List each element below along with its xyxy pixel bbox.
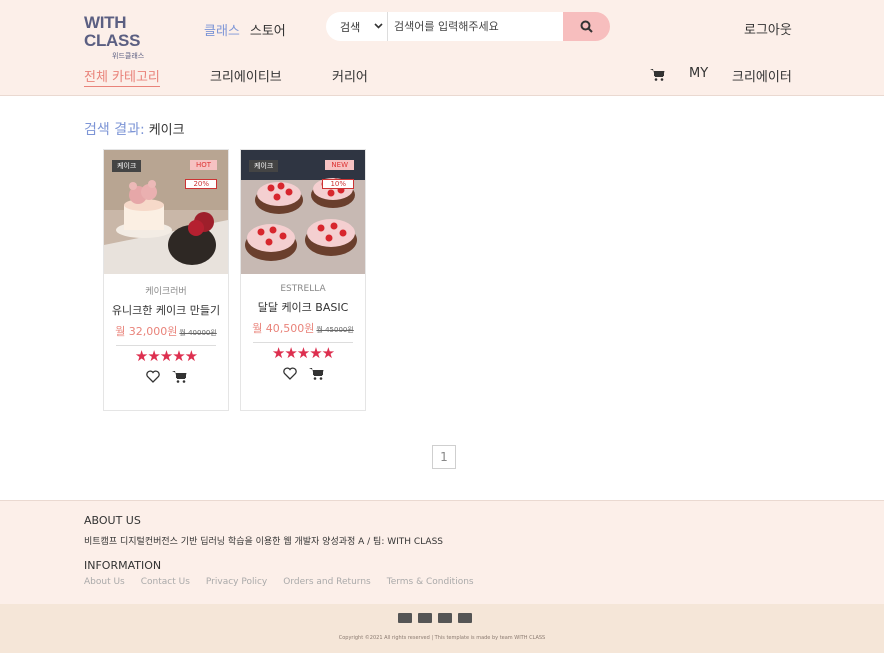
seller-name: ESTRELLA: [280, 284, 326, 294]
nav-all-categories[interactable]: 전체 카테고리: [84, 66, 160, 87]
nav-creator[interactable]: 크리에이터: [732, 66, 792, 85]
price-current: 월 40,500원: [252, 322, 315, 335]
result-keyword: 케이크: [148, 123, 185, 138]
category-tag: 케이크: [249, 160, 279, 172]
copyright-bar: Copyright ©2021 All rights reserved | Th…: [0, 604, 884, 653]
payment-icons: [398, 613, 472, 623]
heart-icon[interactable]: [282, 365, 297, 384]
search-input[interactable]: [388, 12, 563, 41]
divider: [253, 342, 353, 343]
new-badge: NEW: [325, 160, 354, 170]
footer-link-terms[interactable]: Terms & Conditions: [387, 577, 474, 587]
card-actions: [104, 368, 228, 387]
product-name[interactable]: 달달 케이크 BASIC: [241, 299, 365, 315]
discount-badge: 20%: [185, 179, 217, 189]
product-card[interactable]: 케이크 HOT 20% 케이크러버 유니크한 케이크 만들기 월 32,000원…: [103, 149, 229, 411]
search-type-value: 검색: [340, 20, 361, 34]
product-image[interactable]: 케이크 NEW 10%: [241, 150, 365, 274]
search-result-title: 검색 결과: 케이크: [84, 119, 185, 139]
category-tag: 케이크: [112, 160, 142, 172]
discount-badge: 10%: [322, 179, 354, 189]
about-title: ABOUT US: [84, 514, 141, 527]
footer-link-orders[interactable]: Orders and Returns: [283, 577, 370, 587]
site-footer: ABOUT US 비트캠프 디지털컨버전스 기반 딥러닝 학습을 이용한 웹 개…: [0, 500, 884, 604]
product-price: 월 40,500원 월 45000원: [241, 320, 365, 336]
nav-store-link[interactable]: 스토어: [250, 20, 286, 39]
product-price: 월 32,000원 월 40000원: [104, 323, 228, 339]
nav-my[interactable]: MY: [689, 66, 708, 81]
search-icon: [580, 20, 593, 33]
nav-class-link[interactable]: 클래스: [204, 20, 240, 39]
nav-career[interactable]: 커리어: [332, 66, 368, 85]
divider: [116, 345, 216, 346]
card-actions: [241, 365, 365, 384]
logo[interactable]: WITH CLASS 위드클래스: [84, 14, 180, 61]
result-label: 검색 결과:: [84, 122, 145, 138]
mastercard-icon: [458, 613, 472, 623]
price-current: 월 32,000원: [115, 325, 178, 338]
logout-link[interactable]: 로그아웃: [744, 19, 792, 38]
price-original: 월 40000원: [179, 329, 217, 337]
rating-stars: ★★★★★: [271, 344, 335, 362]
cart-icon[interactable]: [171, 368, 187, 387]
about-description: 비트캠프 디지털컨버전스 기반 딥러닝 학습을 이용한 웹 개발자 양성과정 A…: [84, 537, 443, 547]
seller-name: 케이크러버: [145, 287, 187, 297]
product-card[interactable]: 케이크 NEW 10% ESTRELLA 달달 케이크 BASIC 월 40,5…: [240, 149, 366, 411]
page-button-1[interactable]: 1: [432, 445, 456, 469]
site-header: WITH CLASS 위드클래스 클래스 스토어 검색 로그아웃 전체 카테고리…: [0, 0, 884, 96]
price-original: 월 45000원: [316, 326, 354, 334]
heart-icon[interactable]: [145, 368, 160, 387]
paypal-icon: [438, 613, 452, 623]
logo-subtext: 위드클래스: [112, 52, 145, 60]
search-button[interactable]: [563, 12, 610, 41]
visa-icon: [398, 613, 412, 623]
footer-link-about[interactable]: About Us: [84, 577, 125, 587]
search-bar: 검색: [326, 12, 610, 41]
footer-link-contact[interactable]: Contact Us: [141, 577, 190, 587]
cart-icon[interactable]: [650, 66, 665, 85]
logo-text: WITH CLASS: [84, 13, 141, 50]
card-icon: [418, 613, 432, 623]
information-title: INFORMATION: [84, 559, 162, 572]
product-image[interactable]: 케이크 HOT 20%: [104, 150, 228, 274]
cart-icon[interactable]: [308, 365, 324, 384]
footer-links: About Us Contact Us Privacy Policy Order…: [84, 577, 474, 587]
footer-link-privacy[interactable]: Privacy Policy: [206, 577, 267, 587]
top-nav: 클래스 스토어: [204, 20, 286, 39]
copyright-text: Copyright ©2021 All rights reserved | Th…: [338, 635, 546, 641]
search-type-select[interactable]: 검색: [326, 12, 388, 41]
hot-badge: HOT: [189, 160, 217, 170]
product-name[interactable]: 유니크한 케이크 만들기: [104, 302, 228, 318]
rating-stars: ★★★★★: [134, 347, 198, 365]
chevron-down-icon: [374, 21, 383, 32]
nav-creative[interactable]: 크리에이티브: [210, 66, 282, 85]
